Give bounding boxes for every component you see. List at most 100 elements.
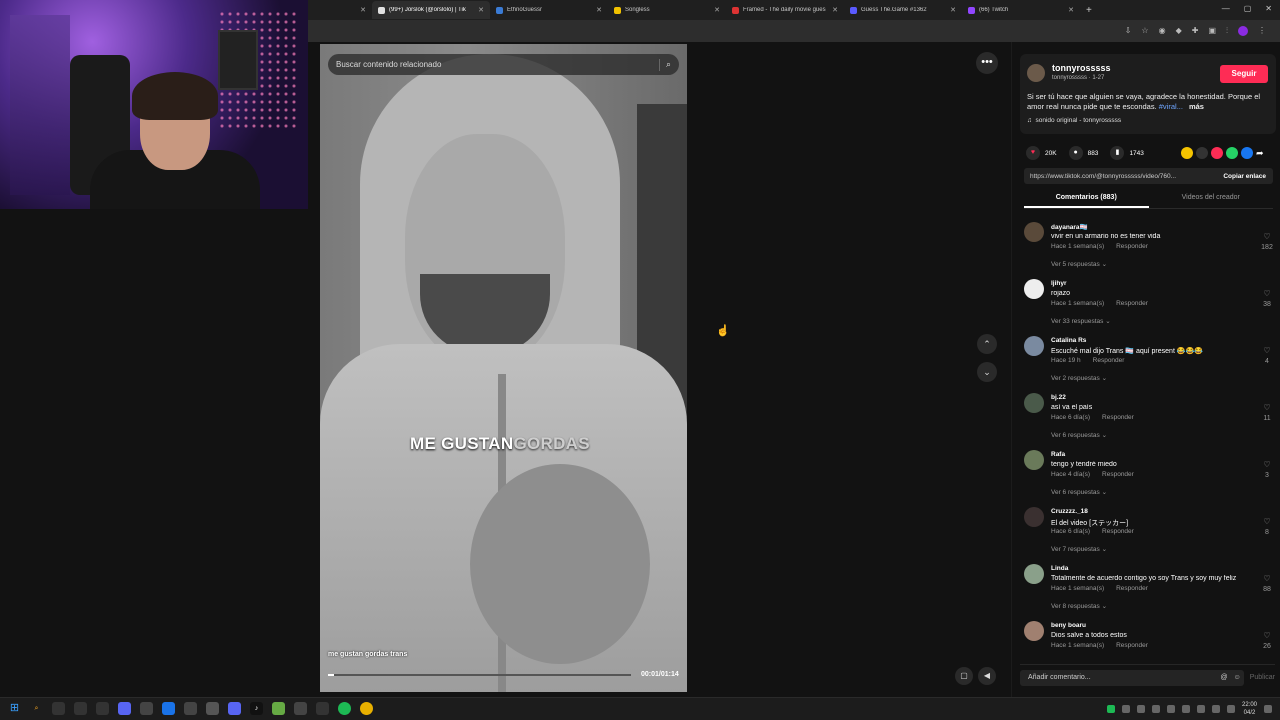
app-icon-6[interactable] bbox=[162, 702, 175, 715]
volume-button[interactable]: ◀ bbox=[978, 667, 996, 685]
app-icon-10[interactable] bbox=[294, 702, 307, 715]
whatsapp-icon[interactable] bbox=[1226, 147, 1238, 159]
tray-icon-7[interactable] bbox=[1196, 705, 1205, 713]
close-tab-icon[interactable]: ✕ bbox=[1068, 6, 1074, 14]
copy-link-button[interactable]: Copiar enlace bbox=[1216, 173, 1273, 180]
bookmarks-icon[interactable]: ▣ bbox=[1208, 26, 1216, 36]
comment-stat[interactable]: ● 883 bbox=[1068, 146, 1098, 160]
comment-like-icon[interactable]: ♡ bbox=[1260, 631, 1274, 640]
reply-button[interactable]: Responder bbox=[1093, 357, 1125, 364]
minimize-icon[interactable]: — bbox=[1222, 4, 1230, 13]
app-icon-1[interactable] bbox=[52, 702, 65, 715]
extension-icon[interactable]: ◉ bbox=[1159, 26, 1166, 36]
app-icon-4[interactable] bbox=[118, 702, 131, 715]
commenter-avatar[interactable] bbox=[1024, 450, 1044, 470]
embed-icon[interactable] bbox=[1196, 147, 1208, 159]
next-video-button[interactable]: ⌄ bbox=[977, 362, 997, 382]
send-icon[interactable] bbox=[1211, 147, 1223, 159]
wifi-icon[interactable] bbox=[1211, 705, 1220, 713]
close-tab-icon[interactable]: ✕ bbox=[950, 6, 956, 14]
app-icon-5[interactable] bbox=[140, 702, 153, 715]
commenter-avatar[interactable] bbox=[1024, 222, 1044, 242]
hashtag-link[interactable]: #viral... bbox=[1159, 102, 1183, 111]
video-progress-bar[interactable] bbox=[328, 674, 631, 676]
emoji-icon[interactable]: ☺ bbox=[1231, 670, 1244, 686]
author-avatar[interactable] bbox=[1027, 64, 1045, 82]
previous-video-button[interactable]: ⌃ bbox=[977, 334, 997, 354]
sidebar-icon[interactable]: ⫶ bbox=[1226, 26, 1228, 36]
close-tab-icon[interactable]: ✕ bbox=[596, 6, 602, 14]
tray-icon-5[interactable] bbox=[1166, 705, 1175, 713]
publish-button[interactable]: Publicar bbox=[1250, 674, 1275, 681]
chrome-icon[interactable] bbox=[360, 702, 373, 715]
commenter-name[interactable]: Catalina Rs bbox=[1051, 337, 1086, 344]
bookmark-star-icon[interactable]: ☆ bbox=[1141, 26, 1148, 36]
volume-icon[interactable] bbox=[1226, 705, 1235, 713]
tab-creator-videos[interactable]: Videos del creador bbox=[1149, 191, 1274, 208]
app-icon-3[interactable] bbox=[96, 702, 109, 715]
app-icon-8[interactable] bbox=[206, 702, 219, 715]
reply-button[interactable]: Responder bbox=[1116, 243, 1148, 250]
commenter-avatar[interactable] bbox=[1024, 564, 1044, 584]
mention-icon[interactable]: @ bbox=[1217, 670, 1230, 686]
tray-icon-2[interactable] bbox=[1121, 705, 1130, 713]
app-icon-9[interactable] bbox=[272, 702, 285, 715]
comment-like-icon[interactable]: ♡ bbox=[1260, 403, 1274, 412]
view-replies-link[interactable]: Ver 2 respuestas ⌄ bbox=[1051, 374, 1107, 382]
browser-tab[interactable]: EthnoGuessr ✕ bbox=[490, 1, 608, 19]
tray-icon-3[interactable] bbox=[1136, 705, 1145, 713]
close-tab-icon[interactable]: ✕ bbox=[360, 6, 366, 14]
menu-icon[interactable]: ⋮ bbox=[1258, 26, 1266, 36]
spotify-icon[interactable] bbox=[338, 702, 351, 715]
maximize-icon[interactable]: ▢ bbox=[1244, 4, 1252, 13]
tiktok-icon[interactable]: ♪ bbox=[250, 702, 263, 715]
search-app-icon[interactable]: ⌕ bbox=[30, 702, 43, 715]
more-link[interactable]: más bbox=[1189, 102, 1204, 111]
tray-icon-4[interactable] bbox=[1151, 705, 1160, 713]
tray-icon-1[interactable] bbox=[1106, 705, 1115, 713]
commenter-name[interactable]: ljihyr bbox=[1051, 280, 1067, 287]
view-replies-link[interactable]: Ver 8 respuestas ⌄ bbox=[1051, 602, 1107, 610]
sound-link[interactable]: ♫ sonido original - tonnyrosssss bbox=[1027, 117, 1121, 124]
install-icon[interactable]: ⇩ bbox=[1125, 26, 1132, 36]
comment-like-icon[interactable]: ♡ bbox=[1260, 289, 1274, 298]
reply-button[interactable]: Responder bbox=[1102, 414, 1134, 421]
comment-like-icon[interactable]: ♡ bbox=[1260, 517, 1274, 526]
puzzle-icon[interactable]: ✚ bbox=[1192, 26, 1199, 36]
related-search-input[interactable]: Buscar contenido relacionado ⌕ bbox=[328, 54, 679, 75]
save-stat[interactable]: ▮ 1743 bbox=[1110, 146, 1144, 160]
app-icon-11[interactable] bbox=[316, 702, 329, 715]
share-arrow-icon[interactable]: ➦ bbox=[1256, 147, 1268, 159]
search-icon[interactable]: ⌕ bbox=[666, 59, 671, 70]
commenter-avatar[interactable] bbox=[1024, 393, 1044, 413]
like-stat[interactable]: ♥ 20K bbox=[1026, 146, 1057, 160]
more-options-button[interactable]: ••• bbox=[976, 52, 998, 74]
close-tab-icon[interactable]: ✕ bbox=[478, 6, 484, 14]
commenter-avatar[interactable] bbox=[1024, 336, 1044, 356]
video-player[interactable] bbox=[320, 44, 687, 692]
video-url[interactable]: https://www.tiktok.com/@tonnyrosssss/vid… bbox=[1030, 173, 1216, 180]
comment-like-icon[interactable]: ♡ bbox=[1260, 346, 1274, 355]
discord-icon[interactable] bbox=[228, 702, 241, 715]
view-replies-link[interactable]: Ver 5 respuestas ⌄ bbox=[1051, 260, 1107, 268]
commenter-name[interactable]: Rafa bbox=[1051, 451, 1065, 458]
profile-avatar[interactable] bbox=[1238, 26, 1248, 36]
commenter-name[interactable]: dayanara🏳️‍⚧️ bbox=[1051, 223, 1088, 231]
close-tab-icon[interactable]: ✕ bbox=[714, 6, 720, 14]
miniplayer-button[interactable]: ▢ bbox=[955, 667, 973, 685]
comment-input[interactable]: Añadir comentario... @ ☺ bbox=[1020, 669, 1244, 686]
new-tab-button[interactable]: + bbox=[1086, 5, 1092, 16]
browser-tab[interactable]: (99+) Jorslok (@orslolo) | Tik ✕ bbox=[372, 1, 490, 19]
reply-button[interactable]: Responder bbox=[1102, 471, 1134, 478]
app-icon-2[interactable] bbox=[74, 702, 87, 715]
browser-tab[interactable]: Songless ✕ bbox=[608, 1, 726, 19]
commenter-name[interactable]: beny boaru bbox=[1051, 622, 1086, 629]
reply-button[interactable]: Responder bbox=[1116, 300, 1148, 307]
commenter-avatar[interactable] bbox=[1024, 621, 1044, 641]
commenter-name[interactable]: bj.22 bbox=[1051, 394, 1066, 401]
reply-button[interactable]: Responder bbox=[1102, 528, 1134, 535]
commenter-avatar[interactable] bbox=[1024, 279, 1044, 299]
close-tab-icon[interactable]: ✕ bbox=[832, 6, 838, 14]
comment-like-icon[interactable]: ♡ bbox=[1260, 460, 1274, 469]
tab-blank[interactable]: ✕ bbox=[308, 1, 372, 19]
